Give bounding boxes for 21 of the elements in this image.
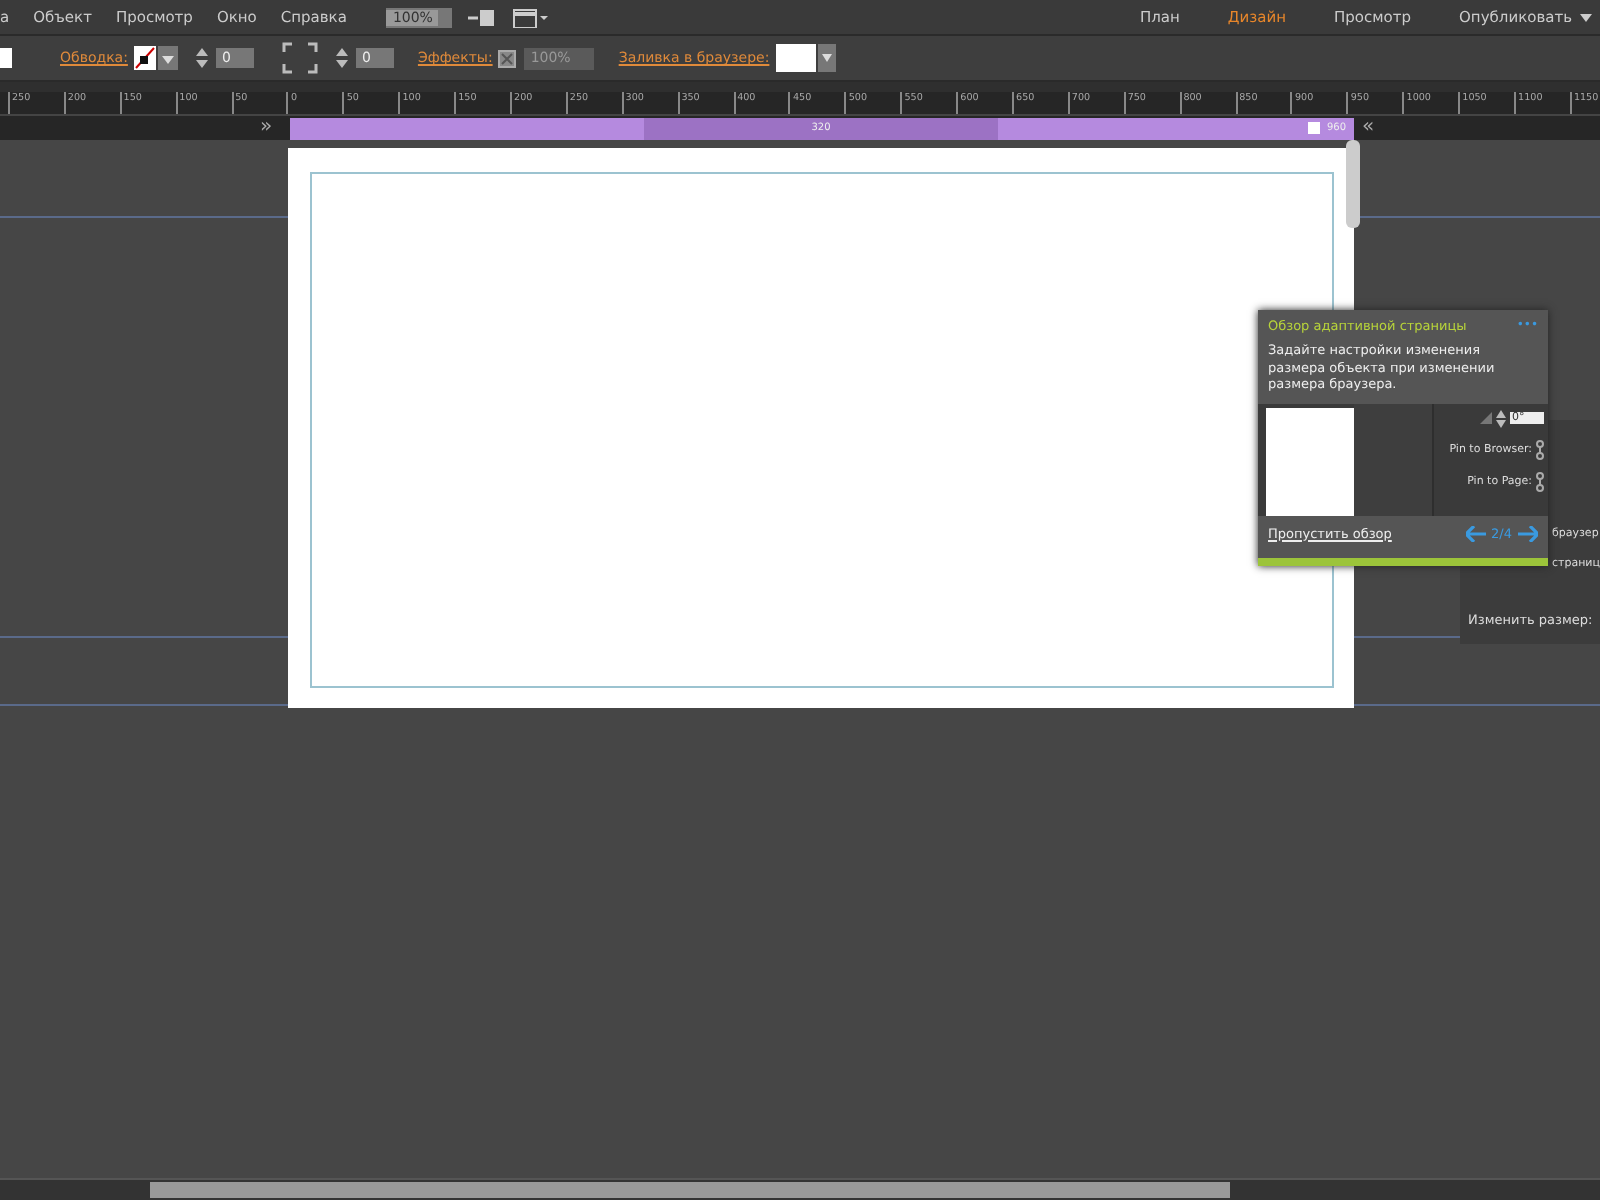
corner-icon[interactable] [281, 42, 318, 74]
fill-swatch[interactable] [0, 48, 12, 68]
next-button[interactable] [1518, 525, 1538, 541]
pin-icon[interactable] [1536, 439, 1544, 459]
scroll-handle[interactable] [1346, 140, 1360, 228]
page-icon[interactable] [468, 7, 497, 27]
pin-icon[interactable] [1536, 471, 1544, 491]
expand-right-button[interactable]: « [1362, 118, 1382, 138]
expand-left-button[interactable]: » [260, 118, 280, 138]
breakpoint-handle[interactable] [1308, 122, 1321, 134]
stepper-icon[interactable] [193, 46, 210, 70]
preview-page [1266, 407, 1354, 515]
browser-fill-picker[interactable] [775, 44, 836, 72]
rotate-icon[interactable] [1480, 412, 1492, 424]
caret-icon[interactable] [1580, 13, 1592, 21]
previous-button[interactable] [1465, 525, 1486, 541]
stroke-color-picker[interactable] [133, 46, 178, 70]
scrollbar-thumb[interactable] [150, 1182, 1230, 1198]
stepper-icon[interactable] [1496, 409, 1506, 427]
effects-icon[interactable] [498, 49, 517, 67]
stepper-icon[interactable] [333, 46, 350, 70]
